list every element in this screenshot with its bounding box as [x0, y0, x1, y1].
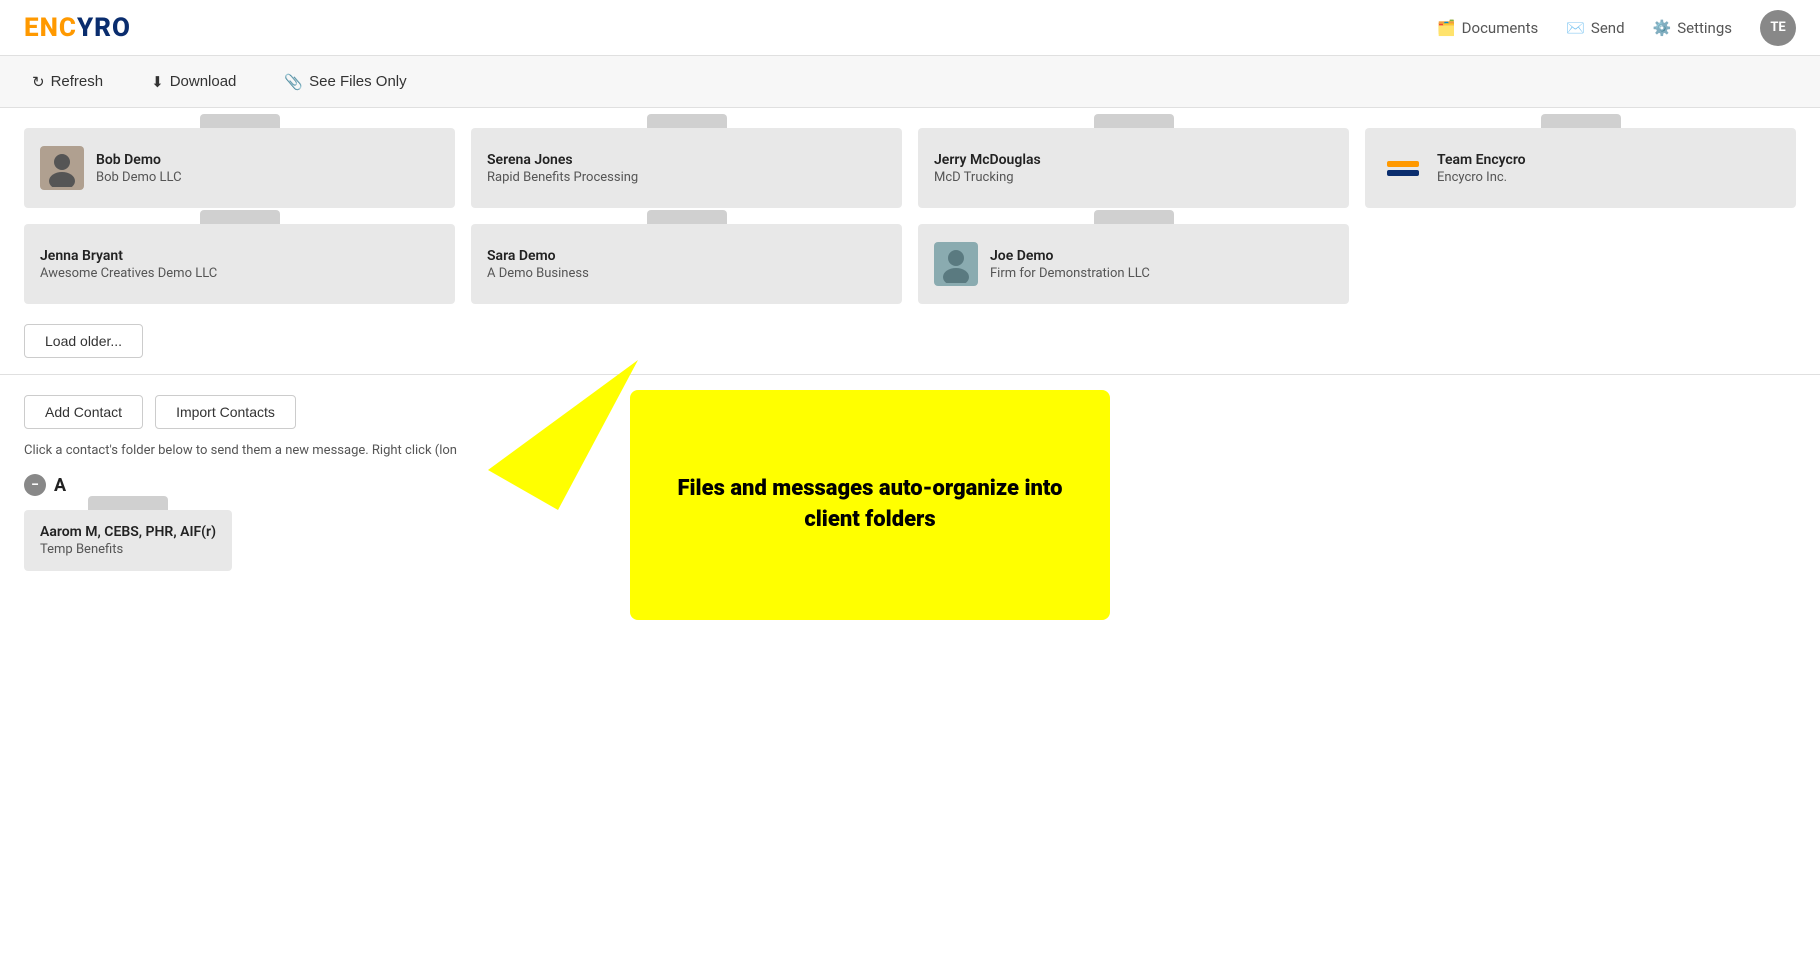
folder-card[interactable]: Serena Jones Rapid Benefits Processing — [471, 128, 902, 208]
folder-company: Firm for Demonstration LLC — [990, 266, 1333, 281]
refresh-label: Refresh — [51, 73, 104, 90]
contact-card[interactable]: Aarom M, CEBS, PHR, AIF(r) Temp Benefits — [24, 510, 232, 571]
contact-name: Aarom M, CEBS, PHR, AIF(r) — [40, 524, 216, 540]
folder-info: Joe Demo Firm for Demonstration LLC — [990, 248, 1333, 281]
settings-label: Settings — [1677, 19, 1732, 37]
folder-company: Bob Demo LLC — [96, 170, 439, 185]
folder-company: Awesome Creatives Demo LLC — [40, 266, 439, 281]
see-files-label: See Files Only — [309, 73, 407, 90]
folder-info: Sara Demo A Demo Business — [487, 248, 886, 281]
send-nav-item[interactable]: ✉️ Send — [1566, 19, 1624, 37]
recent-section: Bob Demo Bob Demo LLC Serena Jones Rapid Be… — [0, 108, 1820, 375]
section-letter-a: − A — [24, 474, 1796, 496]
folder-card[interactable]: Joe Demo Firm for Demonstration LLC — [918, 224, 1349, 304]
collapse-icon[interactable]: − — [24, 474, 46, 496]
folder-info: Bob Demo Bob Demo LLC — [96, 152, 439, 185]
refresh-button[interactable]: ↻ Refresh — [24, 69, 111, 95]
folder-info: Team Encycro Encycro Inc. — [1437, 152, 1780, 185]
documents-nav-item[interactable]: 🗂️ Documents — [1437, 19, 1538, 37]
download-label: Download — [170, 73, 237, 90]
import-contacts-button[interactable]: Import Contacts — [155, 395, 296, 429]
contacts-section: Add Contact Import Contacts Click a cont… — [0, 375, 1820, 591]
folders-row-1: Bob Demo Bob Demo LLC Serena Jones Rapid Be… — [24, 128, 1796, 208]
folder-card[interactable]: Jerry McDouglas McD Trucking — [918, 128, 1349, 208]
folder-name: Serena Jones — [487, 152, 886, 168]
folder-name: Bob Demo — [96, 152, 439, 168]
folder-card[interactable]: Sara Demo A Demo Business — [471, 224, 902, 304]
folder-company: Encycro Inc. — [1437, 170, 1780, 185]
logo[interactable]: ENCYRO — [24, 13, 131, 43]
send-icon: ✉️ — [1566, 19, 1585, 37]
folder-name: Joe Demo — [990, 248, 1333, 264]
folders-row-2: Jenna Bryant Awesome Creatives Demo LLC Sa… — [24, 224, 1796, 304]
main-content: Bob Demo Bob Demo LLC Serena Jones Rapid Be… — [0, 108, 1820, 591]
refresh-icon: ↻ — [32, 73, 45, 91]
download-button[interactable]: ⬇ Download — [143, 69, 244, 95]
send-label: Send — [1591, 19, 1625, 37]
documents-label: Documents — [1462, 19, 1539, 37]
folder-name: Jerry McDouglas — [934, 152, 1333, 168]
see-files-button[interactable]: 📎 See Files Only — [276, 69, 414, 95]
folder-info: Jenna Bryant Awesome Creatives Demo LLC — [40, 248, 439, 281]
logo-enc: ENC — [24, 13, 77, 43]
settings-nav-item[interactable]: ⚙️ Settings — [1653, 19, 1732, 37]
paperclip-icon: 📎 — [284, 73, 303, 91]
header-nav: 🗂️ Documents ✉️ Send ⚙️ Settings TE — [1437, 10, 1796, 46]
download-icon: ⬇ — [151, 73, 164, 91]
folder-card[interactable]: Bob Demo Bob Demo LLC — [24, 128, 455, 208]
folder-name: Sara Demo — [487, 248, 886, 264]
folder-name: Team Encycro — [1437, 152, 1780, 168]
logo-yro: YRO — [77, 13, 131, 43]
toolbar: ↻ Refresh ⬇ Download 📎 See Files Only — [0, 56, 1820, 108]
folder-name: Jenna Bryant — [40, 248, 439, 264]
contacts-hint: Click a contact's folder below to send t… — [24, 443, 1796, 458]
folder-company: Rapid Benefits Processing — [487, 170, 886, 185]
folder-icon: 🗂️ — [1437, 19, 1456, 37]
folder-info: Jerry McDouglas McD Trucking — [934, 152, 1333, 185]
folder-card[interactable]: Jenna Bryant Awesome Creatives Demo LLC — [24, 224, 455, 304]
app-header: ENCYRO 🗂️ Documents ✉️ Send ⚙️ Settings … — [0, 0, 1820, 56]
user-avatar[interactable]: TE — [1760, 10, 1796, 46]
contacts-list: Aarom M, CEBS, PHR, AIF(r) Temp Benefits — [24, 510, 1796, 571]
folder-card[interactable]: Team Encycro Encycro Inc. — [1365, 128, 1796, 208]
folder-info: Serena Jones Rapid Benefits Processing — [487, 152, 886, 185]
add-contact-button[interactable]: Add Contact — [24, 395, 143, 429]
load-older-button[interactable]: Load older... — [24, 324, 143, 358]
gear-icon: ⚙️ — [1653, 19, 1672, 37]
section-letter-label: A — [54, 475, 66, 496]
contact-company: Temp Benefits — [40, 542, 216, 557]
folder-company: McD Trucking — [934, 170, 1333, 185]
contacts-actions: Add Contact Import Contacts — [24, 395, 1796, 429]
folder-company: A Demo Business — [487, 266, 886, 281]
